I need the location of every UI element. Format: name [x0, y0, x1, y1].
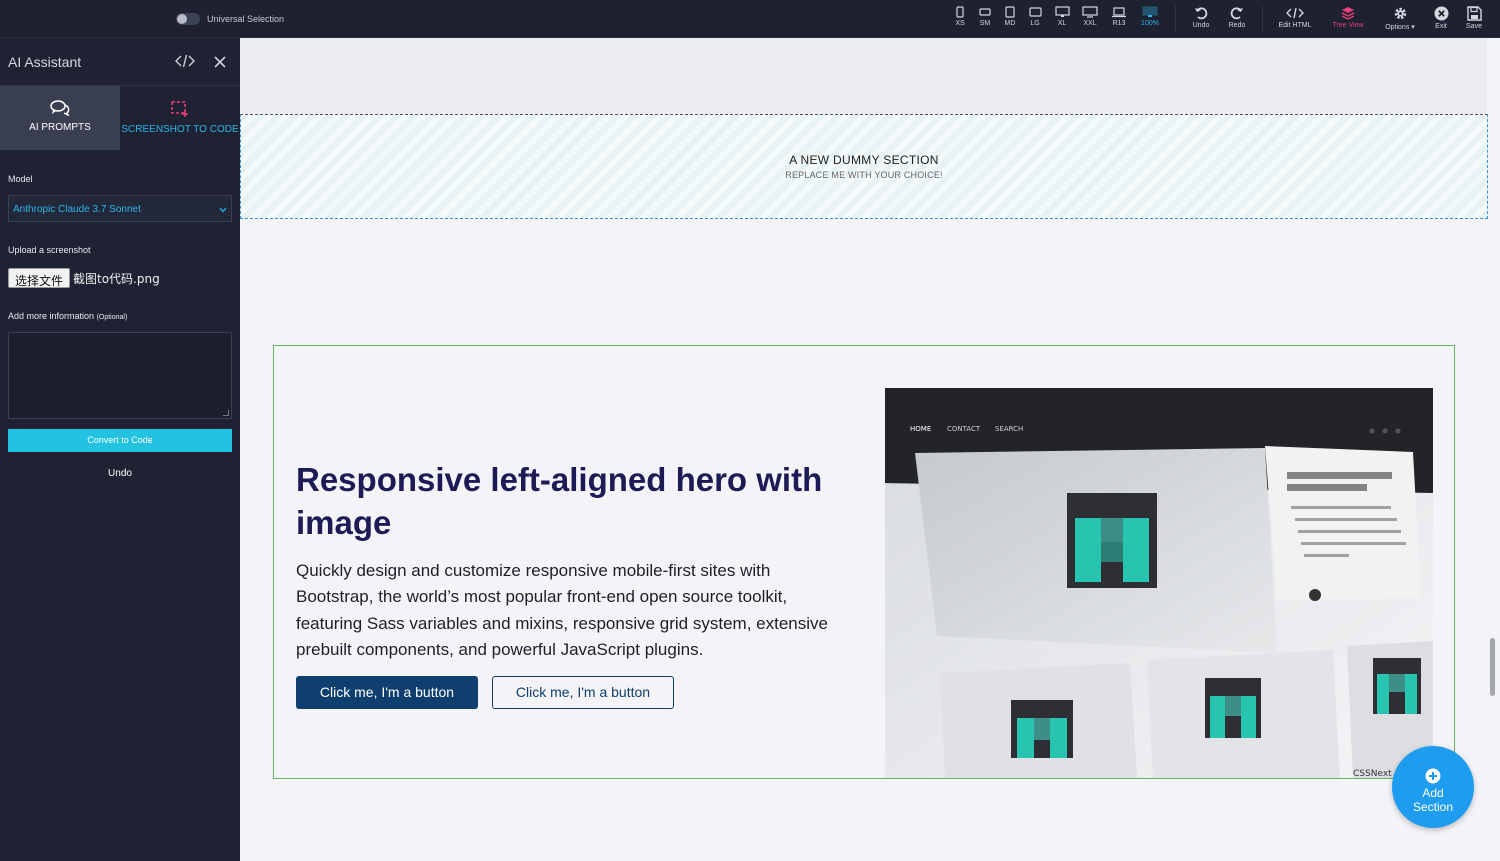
code-view-icon[interactable] [175, 53, 195, 74]
floppy-disk-icon [1466, 6, 1482, 21]
info-label: Add more information (Optional) [8, 311, 127, 321]
info-textarea[interactable] [8, 332, 232, 419]
hero-title: Responsive left-aligned hero with image [296, 461, 823, 541]
model-label: Model [8, 174, 33, 184]
device-md-button[interactable]: MD [1000, 6, 1020, 34]
dummy-section-subtitle: REPLACE ME WITH YOUR CHOICE! [785, 170, 943, 180]
tree-view-button[interactable]: Tree View [1327, 6, 1369, 34]
add-section-button[interactable]: Add Section [1392, 746, 1474, 828]
chat-bubbles-icon [50, 100, 70, 116]
info-label-optional: (Optional) [96, 314, 128, 321]
undo-icon [1195, 7, 1208, 20]
toolbar-divider [1262, 6, 1263, 32]
panel-title: AI Assistant [8, 54, 82, 70]
device-lg-button[interactable]: LG [1025, 6, 1045, 34]
device-xl-button[interactable]: XL [1051, 6, 1073, 34]
hero-primary-button[interactable]: Click me, I'm a button [296, 676, 478, 709]
hero-section[interactable]: Responsive left-aligned hero with image … [273, 345, 1455, 779]
edit-html-button[interactable]: Edit HTML [1272, 6, 1318, 34]
info-label-text: Add more information [8, 311, 95, 321]
laptop-icon [1112, 7, 1126, 18]
top-toolbar: Universal Selection XS SM MD LG XL XXL R… [0, 0, 1500, 38]
image-nav-search: SEARCH [995, 425, 1023, 433]
image-nav-home: HOME [910, 425, 931, 433]
panel-header: AI Assistant [0, 38, 240, 86]
device-sm-button[interactable]: SM [975, 6, 995, 34]
device-xs-button[interactable]: XS [950, 6, 970, 34]
tab-ai-prompts[interactable]: AI PROMPTS [0, 86, 120, 150]
image-caption: CSSNext [1353, 769, 1392, 778]
tab-screenshot-to-code[interactable]: SCREENSHOT TO CODE [120, 86, 240, 150]
tab-ai-prompts-label: AI PROMPTS [29, 122, 91, 133]
device-xxl-button[interactable]: XXL [1078, 6, 1102, 34]
layers-icon [1341, 7, 1355, 20]
code-icon [1286, 7, 1304, 19]
save-button[interactable]: Save [1463, 6, 1485, 34]
panel-undo-button[interactable]: Undo [0, 468, 240, 479]
device-full-button[interactable]: 100% [1137, 6, 1163, 34]
add-section-label: Add Section [1413, 786, 1454, 814]
model-select[interactable]: Anthropic Claude 3.7 Sonnet [8, 195, 232, 222]
redo-button[interactable]: Redo [1224, 6, 1250, 34]
universal-selection-toggle[interactable] [176, 13, 200, 25]
monitor-icon [1082, 6, 1098, 18]
choose-file-button[interactable]: 选择文件 [8, 268, 71, 288]
ai-assistant-panel: AI Assistant AI PROMPTS SCREENSHOT TO CO… [0, 38, 240, 861]
close-circle-icon [1434, 6, 1448, 21]
resize-grip-icon[interactable] [223, 410, 229, 416]
close-icon[interactable] [213, 55, 227, 74]
editor-canvas: A NEW DUMMY SECTION REPLACE ME WITH YOUR… [240, 38, 1500, 861]
dummy-section-title: A NEW DUMMY SECTION [789, 153, 939, 167]
desktop-icon [1054, 6, 1070, 17]
dummy-section[interactable]: A NEW DUMMY SECTION REPLACE ME WITH YOUR… [240, 114, 1488, 219]
tablet-icon [1005, 6, 1015, 18]
phone-landscape-icon [979, 8, 991, 16]
model-select-value: Anthropic Claude 3.7 Sonnet [13, 204, 141, 215]
hero-text: Quickly design and customize responsive … [296, 561, 828, 659]
screenshot-crop-icon [171, 101, 188, 117]
hero-secondary-button[interactable]: Click me, I'm a button [492, 676, 674, 709]
gear-icon [1394, 7, 1406, 20]
chevron-down-icon [219, 205, 227, 216]
fullscreen-monitor-icon [1142, 6, 1158, 17]
canvas-top-section[interactable] [240, 38, 1487, 114]
tablet-landscape-icon [1028, 7, 1042, 17]
upload-label: Upload a screenshot [8, 245, 91, 255]
device-r13-button[interactable]: R13 [1108, 6, 1130, 34]
undo-button[interactable]: Undo [1188, 6, 1214, 34]
options-button[interactable]: Options ▾ [1380, 6, 1420, 34]
redo-icon [1230, 7, 1243, 20]
tab-screenshot-to-code-label: SCREENSHOT TO CODE [121, 124, 239, 135]
hero-image: HOME CONTACT SEARCH CSSNext [885, 388, 1433, 778]
toolbar-divider [1175, 6, 1176, 32]
file-name: 截图to代码.png [73, 272, 160, 286]
scrollbar-thumb[interactable] [1490, 638, 1495, 696]
phone-icon [956, 6, 964, 18]
image-nav-contact: CONTACT [947, 425, 981, 433]
exit-button[interactable]: Exit [1430, 6, 1452, 34]
convert-to-code-button[interactable]: Convert to Code [8, 429, 232, 452]
universal-selection-label: Universal Selection [207, 14, 285, 24]
plus-circle-icon [1425, 768, 1441, 784]
